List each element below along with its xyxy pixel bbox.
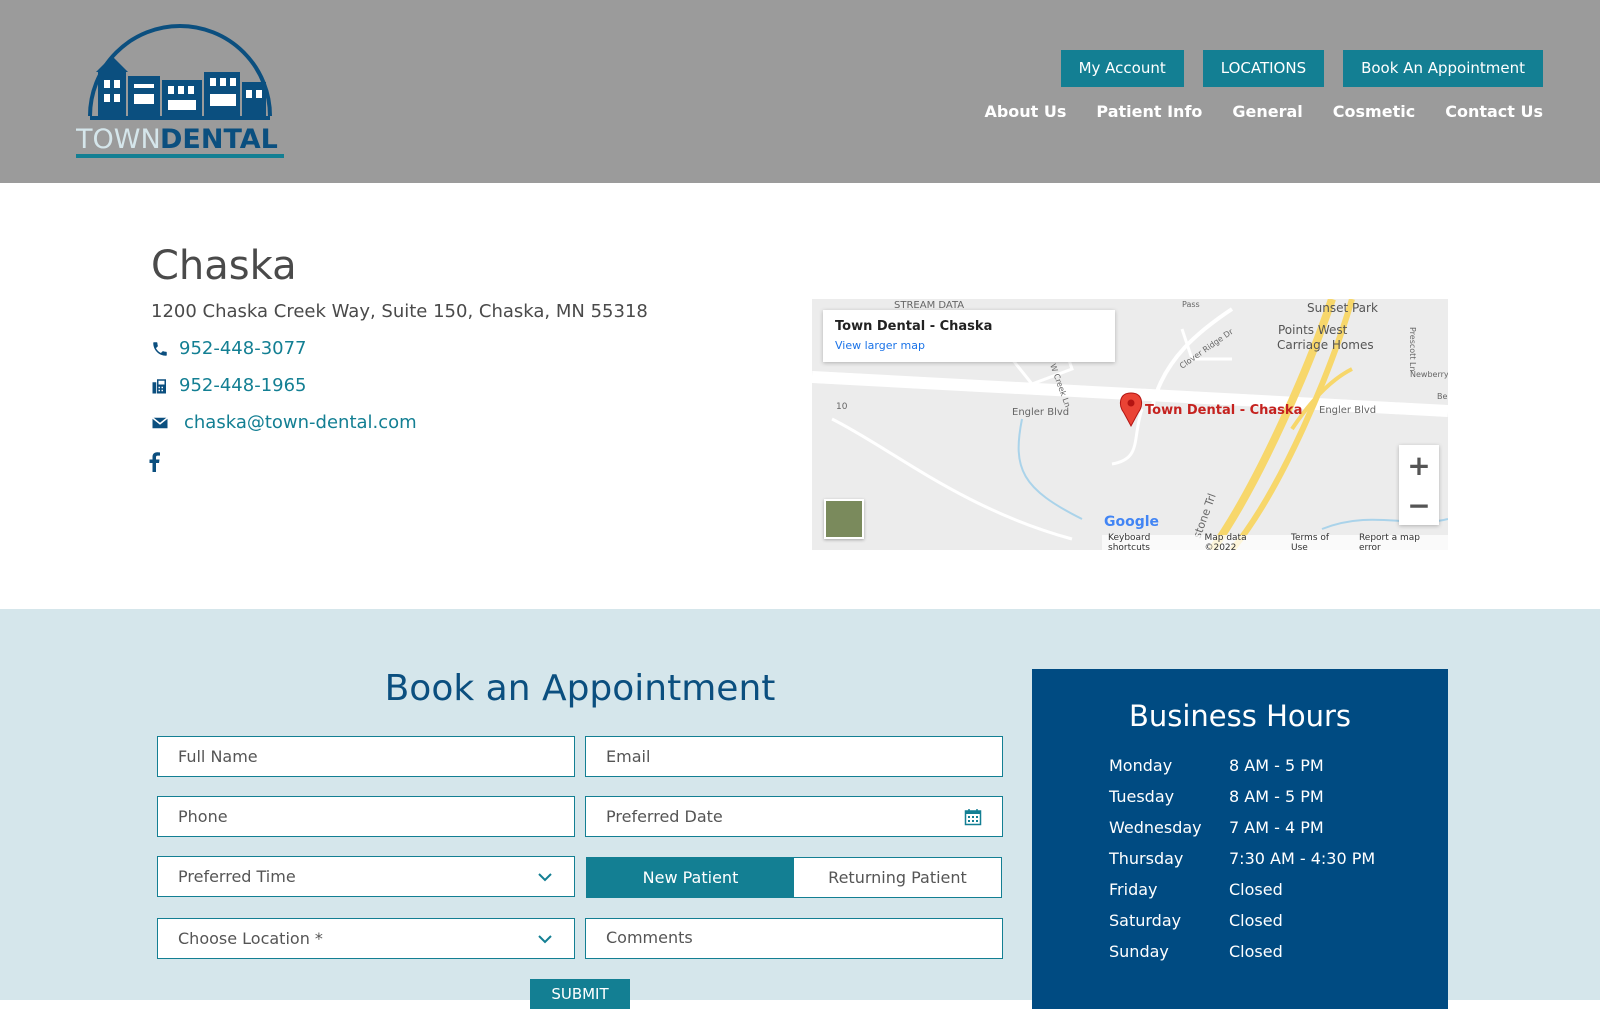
email-input[interactable]: Email: [585, 736, 1003, 777]
phone-icon: [153, 341, 167, 356]
hours-time: 7 AM - 4 PM: [1229, 818, 1324, 837]
calendar-icon[interactable]: [964, 808, 982, 826]
comments-placeholder: Comments: [606, 928, 693, 947]
terms-of-use-link[interactable]: Terms of Use: [1291, 533, 1347, 551]
google-map[interactable]: STREAM DATA Sunset Park Points West Carr…: [812, 299, 1448, 550]
preferred-date-placeholder: Preferred Date: [606, 807, 723, 826]
locations-button[interactable]: LOCATIONS: [1202, 50, 1325, 87]
comments-textarea[interactable]: Comments: [585, 918, 1003, 959]
hours-day: Wednesday: [1109, 818, 1202, 837]
map-label-be: Be: [1437, 392, 1447, 401]
hours-day: Tuesday: [1109, 787, 1175, 806]
nav-cosmetic[interactable]: Cosmetic: [1333, 102, 1415, 121]
location-title: Chaska: [151, 243, 297, 289]
submit-button[interactable]: SUBMIT: [530, 979, 630, 1009]
returning-patient-option[interactable]: Returning Patient: [794, 858, 1001, 897]
hours-day: Sunday: [1109, 942, 1169, 961]
map-card-title: Town Dental - Chaska: [835, 319, 993, 334]
chevron-down-icon: [538, 872, 552, 881]
book-appointment-button[interactable]: Book An Appointment: [1343, 50, 1543, 87]
map-pin-label: Town Dental - Chaska: [1145, 403, 1303, 418]
zoom-in-button[interactable]: +: [1399, 445, 1439, 485]
town-dental-logo[interactable]: TOWN DENTAL: [76, 20, 284, 162]
chevron-down-icon: [538, 934, 552, 943]
google-logo: Google: [1104, 514, 1160, 530]
map-label-newberry: Newberry: [1410, 370, 1448, 379]
map-footer: Keyboard shortcuts Map data ©2022 Terms …: [1102, 532, 1448, 551]
location-placeholder: Choose Location *: [178, 929, 323, 948]
map-data-text: Map data ©2022: [1204, 532, 1247, 551]
top-buttons: My Account LOCATIONS Book An Appointment: [1060, 50, 1543, 87]
fax-number: 952-448-1965: [179, 375, 307, 396]
hours-day: Saturday: [1109, 911, 1182, 930]
full-name-placeholder: Full Name: [178, 747, 258, 766]
envelope-icon: [152, 416, 168, 428]
booking-title: Book an Appointment: [384, 668, 776, 709]
phone-link[interactable]: 952-448-3077: [151, 338, 307, 359]
preferred-date-input[interactable]: Preferred Date: [585, 796, 1003, 837]
hours-row: Monday 8 AM - 5 PM: [1109, 756, 1324, 775]
zoom-out-button[interactable]: −: [1399, 485, 1439, 525]
hours-row: Saturday Closed: [1109, 911, 1283, 930]
satellite-toggle[interactable]: [824, 499, 864, 539]
hours-time: Closed: [1229, 880, 1283, 899]
map-label-pass: Pass: [1182, 300, 1200, 309]
phone-number: 952-448-3077: [179, 338, 307, 359]
svg-text:DENTAL: DENTAL: [160, 124, 278, 155]
hours-row: Tuesday 8 AM - 5 PM: [1109, 787, 1324, 806]
email-link[interactable]: chaska@town-dental.com: [151, 412, 417, 433]
nav-about-us[interactable]: About Us: [984, 102, 1066, 121]
email-placeholder: Email: [606, 747, 651, 766]
full-name-input[interactable]: Full Name: [157, 736, 575, 777]
svg-text:TOWN: TOWN: [76, 124, 161, 155]
hours-row: Sunday Closed: [1109, 942, 1283, 961]
preferred-time-select[interactable]: Preferred Time: [157, 856, 575, 897]
business-hours-title: Business Hours: [1128, 699, 1352, 733]
my-account-button[interactable]: My Account: [1060, 50, 1184, 87]
fax-line[interactable]: 952-448-1965: [151, 375, 307, 396]
map-info-card: Town Dental - Chaska View larger map: [823, 310, 1115, 362]
hours-day: Friday: [1109, 880, 1158, 899]
preferred-time-placeholder: Preferred Time: [178, 867, 296, 886]
hours-time: 8 AM - 5 PM: [1229, 787, 1324, 806]
map-zoom-controls: + −: [1399, 445, 1439, 525]
hours-time: Closed: [1229, 911, 1283, 930]
email-address: chaska@town-dental.com: [184, 412, 417, 433]
facebook-icon[interactable]: [148, 452, 160, 472]
map-label-route-10: 10: [836, 402, 848, 412]
hours-row: Friday Closed: [1109, 880, 1283, 899]
map-label-points-west: Points West: [1278, 323, 1348, 337]
nav-contact-us[interactable]: Contact Us: [1445, 102, 1543, 121]
hours-time: Closed: [1229, 942, 1283, 961]
map-label-sunset-park: Sunset Park: [1307, 301, 1378, 315]
phone-placeholder: Phone: [178, 807, 228, 826]
map-label-carriage-homes: Carriage Homes: [1277, 338, 1374, 352]
nav-patient-info[interactable]: Patient Info: [1096, 102, 1202, 121]
phone-input[interactable]: Phone: [157, 796, 575, 837]
hours-day: Thursday: [1109, 849, 1184, 868]
map-label-engler-blvd-east: Engler Blvd: [1319, 405, 1376, 416]
hours-time: 7:30 AM - 4:30 PM: [1229, 849, 1376, 868]
business-hours-panel: Business Hours Monday 8 AM - 5 PM Tuesda…: [1032, 669, 1448, 1009]
map-label-engler-blvd-west: Engler Blvd: [1012, 407, 1069, 418]
site-header: TOWN DENTAL My Account LOCATIONS Book An…: [0, 0, 1600, 183]
patient-type-toggle: New Patient Returning Patient: [586, 857, 1002, 898]
map-label-prescott-ln: Prescott Ln: [1408, 327, 1417, 372]
hours-row: Thursday 7:30 AM - 4:30 PM: [1109, 849, 1375, 868]
hours-row: Wednesday 7 AM - 4 PM: [1109, 818, 1324, 837]
view-larger-map-link[interactable]: View larger map: [835, 339, 1103, 352]
new-patient-option[interactable]: New Patient: [587, 858, 794, 897]
main-nav: About Us Patient Info General Cosmetic C…: [984, 102, 1543, 121]
report-map-error-link[interactable]: Report a map error: [1359, 533, 1442, 551]
nav-general[interactable]: General: [1232, 102, 1302, 121]
keyboard-shortcuts-link[interactable]: Keyboard shortcuts: [1108, 533, 1192, 551]
hours-day: Monday: [1109, 756, 1173, 775]
location-select[interactable]: Choose Location *: [157, 918, 575, 959]
location-address: 1200 Chaska Creek Way, Suite 150, Chaska…: [151, 301, 648, 322]
fax-icon: [152, 378, 166, 393]
hours-time: 8 AM - 5 PM: [1229, 756, 1324, 775]
